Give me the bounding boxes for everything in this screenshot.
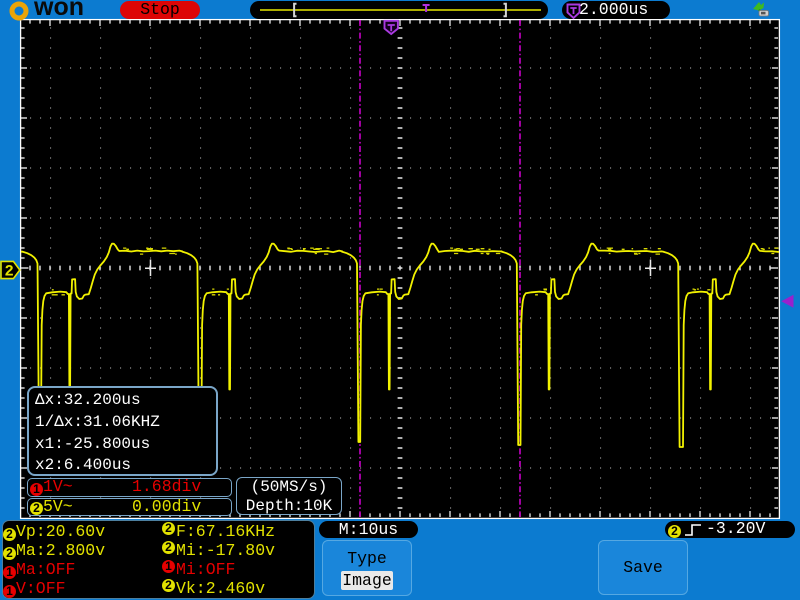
svg-text:2: 2 [5, 262, 14, 280]
